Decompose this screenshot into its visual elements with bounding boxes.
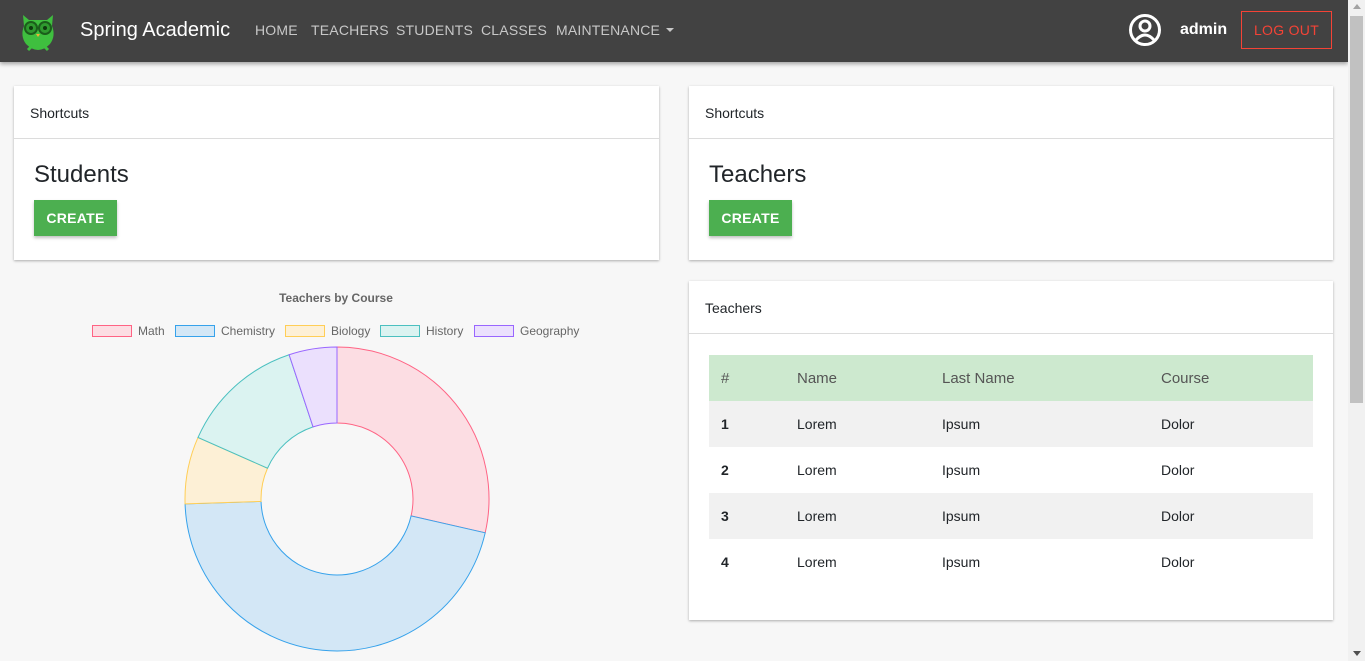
donut-slice-chemistry[interactable] xyxy=(184,500,486,652)
scroll-down-arrow-icon[interactable] xyxy=(1353,651,1361,656)
donut-slice-math[interactable] xyxy=(336,346,490,534)
scrollbar-thumb[interactable] xyxy=(1350,16,1363,403)
teachers-by-course-donut-chart xyxy=(184,346,490,652)
scroll-up-arrow-icon[interactable] xyxy=(1353,4,1361,9)
vertical-scrollbar[interactable] xyxy=(1348,0,1365,661)
